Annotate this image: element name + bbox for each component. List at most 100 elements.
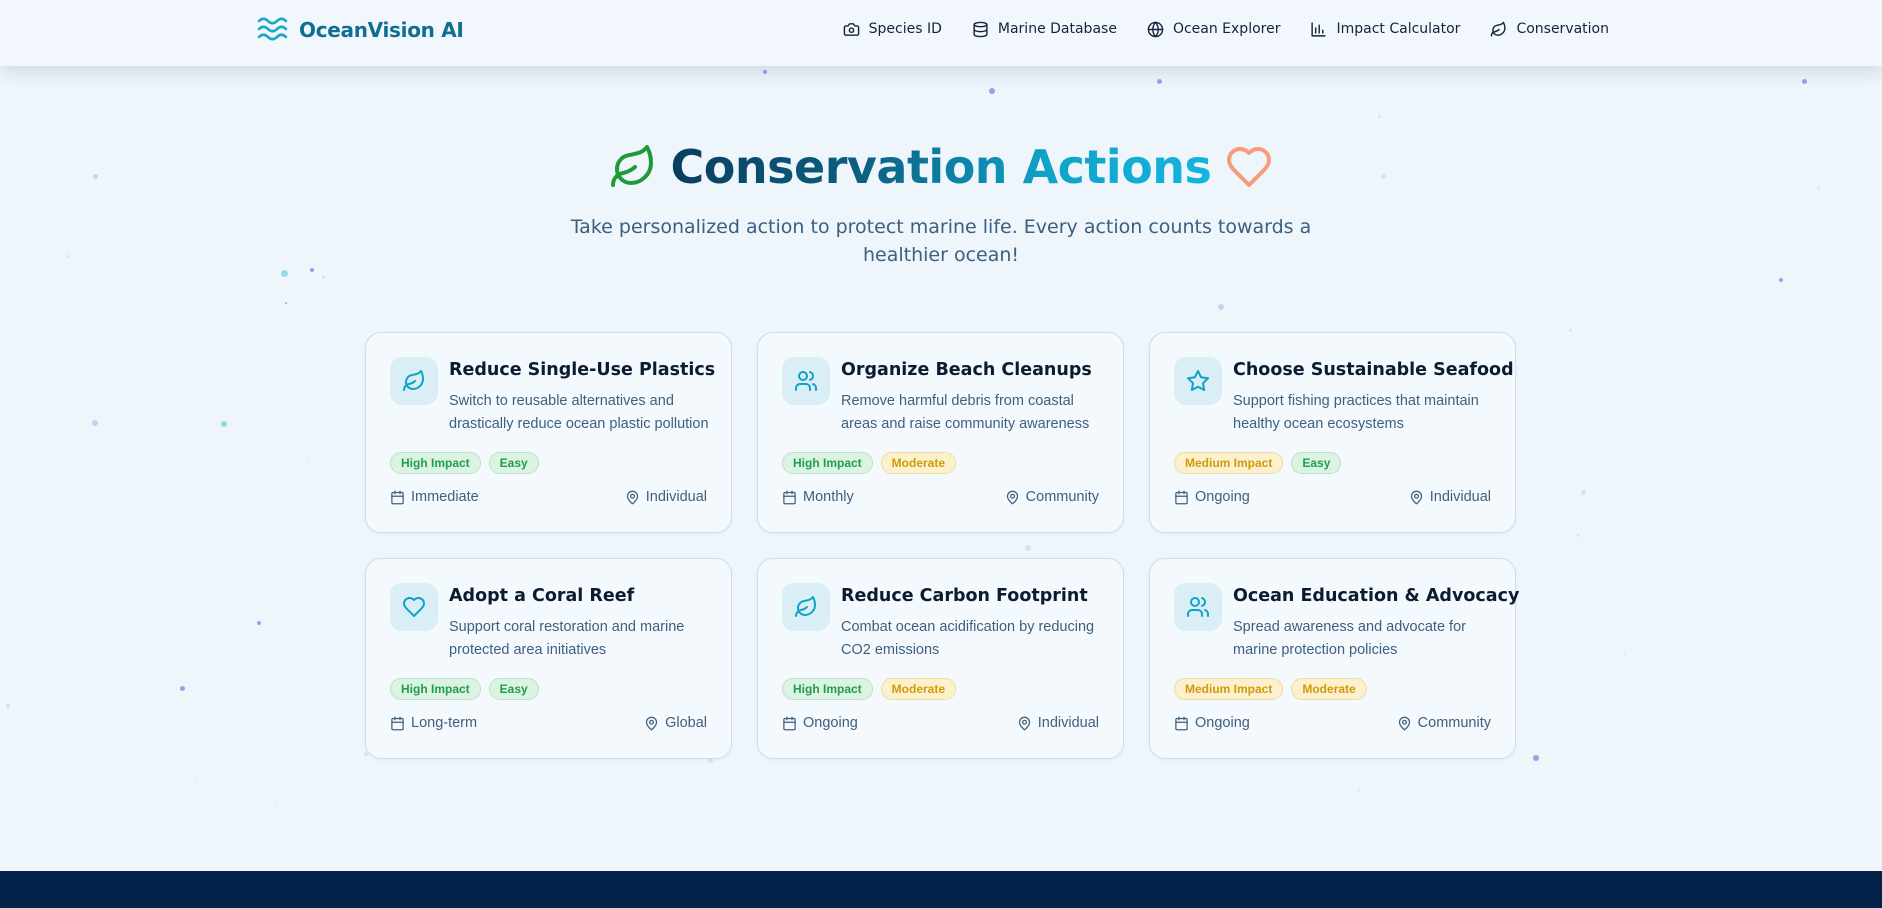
tag-badge: Medium Impact	[1174, 678, 1284, 700]
timeframe-label: Long-term	[411, 715, 478, 731]
page-heading: Conservation Actions	[0, 137, 1882, 197]
map-pin-icon	[1006, 490, 1018, 504]
particle-dot	[1356, 788, 1360, 792]
card-timeframe: Monthly	[782, 489, 854, 505]
scope-label: Community	[1025, 489, 1099, 505]
particle-dot	[1568, 328, 1572, 332]
calendar-icon	[1175, 716, 1188, 730]
particle-dot	[257, 621, 261, 625]
leaf-icon	[795, 596, 816, 617]
particle-dot	[1156, 78, 1162, 84]
tag-badge: Moderate	[880, 452, 957, 474]
card-icon-badge	[782, 357, 830, 405]
particle-dot	[310, 268, 314, 272]
leaf-icon	[403, 370, 424, 391]
leaf-icon	[610, 145, 653, 187]
card-tags: High Impact Easy	[390, 452, 539, 474]
timeframe-label: Ongoing	[1195, 489, 1250, 505]
heart-icon	[1227, 147, 1272, 187]
particle-dot	[1377, 114, 1381, 118]
database-icon	[973, 21, 988, 37]
particle-dot	[1801, 78, 1807, 84]
map-pin-icon	[1410, 490, 1422, 504]
tag-badge: Medium Impact	[1174, 452, 1284, 474]
tag-badge: High Impact	[390, 452, 481, 474]
card-description: Spread awareness and advocate for marine…	[1233, 619, 1466, 658]
particle-dot	[196, 779, 198, 781]
map-pin-icon	[1398, 716, 1410, 730]
timeframe-label: Immediate	[411, 489, 479, 505]
nav-label: Marine Database	[997, 21, 1117, 37]
bar-chart-icon	[1311, 21, 1327, 37]
card-title: Adopt a Coral Reef	[449, 586, 635, 606]
tag-badge: High Impact	[782, 678, 873, 700]
card-scope: Individual	[1017, 715, 1099, 731]
scope-label: Individual	[1429, 489, 1491, 505]
nav-ocean-explorer[interactable]: Ocean Explorer	[1147, 18, 1281, 40]
users-icon	[1187, 597, 1209, 617]
tag-badge: Moderate	[880, 678, 957, 700]
tag-badge: High Impact	[390, 678, 481, 700]
page-subtitle: Take personalized action to protect mari…	[570, 216, 1312, 266]
calendar-icon	[391, 490, 404, 504]
card-tags: High Impact Easy	[390, 678, 539, 700]
tag-badge: Easy	[488, 678, 539, 700]
card-timeframe: Ongoing	[1174, 489, 1250, 505]
waves-logo-icon	[257, 17, 288, 41]
card-tags: Medium Impact Easy	[1174, 452, 1342, 474]
card-title: Ocean Education & Advocacy	[1233, 586, 1520, 606]
card-scope: Individual	[625, 489, 707, 505]
action-card-5[interactable]: Reduce Carbon Footprint Combat ocean aci…	[757, 558, 1124, 759]
map-pin-icon	[645, 716, 658, 730]
scope-label: Community	[1417, 715, 1491, 731]
tag-badge: Easy	[488, 452, 539, 474]
brand-name: OceanVision AI	[299, 18, 464, 42]
card-timeframe: Ongoing	[1174, 715, 1250, 731]
tag-badge: Easy	[1291, 452, 1342, 474]
card-title: Reduce Carbon Footprint	[841, 586, 1088, 606]
particle-dot	[280, 269, 288, 277]
particle-dot	[306, 458, 308, 460]
card-scope: Community	[1397, 715, 1491, 731]
nav-label: Impact Calculator	[1336, 21, 1461, 37]
nav-label: Species ID	[868, 21, 942, 37]
card-icon-badge	[390, 357, 438, 405]
timeframe-label: Ongoing	[1195, 715, 1250, 731]
card-title: Organize Beach Cleanups	[841, 360, 1092, 380]
card-title: Reduce Single-Use Plastics	[449, 360, 716, 380]
action-card-1[interactable]: Reduce Single-Use Plastics Switch to reu…	[365, 332, 732, 533]
scope-label: Individual	[645, 489, 707, 505]
users-icon	[795, 371, 817, 391]
particle-dot	[1533, 755, 1539, 761]
nav-species-id[interactable]: Species ID	[843, 18, 942, 40]
particle-dot	[65, 254, 69, 258]
action-card-6[interactable]: Ocean Education & Advocacy Spread awaren…	[1149, 558, 1520, 759]
card-icon-badge	[782, 583, 830, 631]
calendar-icon	[391, 716, 404, 730]
leaf-icon	[1491, 21, 1507, 37]
card-scope: Individual	[1409, 489, 1491, 505]
card-description: Support coral restoration and marine pro…	[449, 619, 685, 658]
card-tags: High Impact Moderate	[782, 678, 957, 700]
action-card-2[interactable]: Organize Beach Cleanups Remove harmful d…	[757, 332, 1124, 533]
action-card-4[interactable]: Adopt a Coral Reef Support coral restora…	[365, 558, 732, 759]
particle-dot	[221, 421, 227, 427]
nav-label: Ocean Explorer	[1172, 21, 1281, 37]
top-navigation-bar: OceanVision AI Species ID Marine Databas…	[0, 0, 1882, 66]
heart-icon	[403, 597, 425, 617]
card-icon-badge	[1174, 583, 1222, 631]
card-description: Combat ocean acidification by reducing C…	[841, 619, 1095, 658]
action-card-3[interactable]: Choose Sustainable Seafood Support fishi…	[1149, 332, 1516, 533]
card-description: Support fishing practices that maintain …	[1233, 393, 1479, 432]
nav-marine-database[interactable]: Marine Database	[972, 18, 1117, 40]
tag-badge: Moderate	[1291, 678, 1367, 700]
nav-impact-calculator[interactable]: Impact Calculator	[1310, 18, 1460, 40]
globe-icon	[1147, 21, 1164, 37]
particle-dot	[179, 685, 185, 691]
particle-dot	[1779, 278, 1783, 282]
particle-dot	[6, 704, 10, 708]
scope-label: Global	[665, 715, 707, 731]
card-icon-badge	[1174, 357, 1222, 405]
nav-conservation[interactable]: Conservation	[1490, 18, 1609, 40]
brand-logo-link[interactable]: OceanVision AI	[257, 14, 464, 46]
